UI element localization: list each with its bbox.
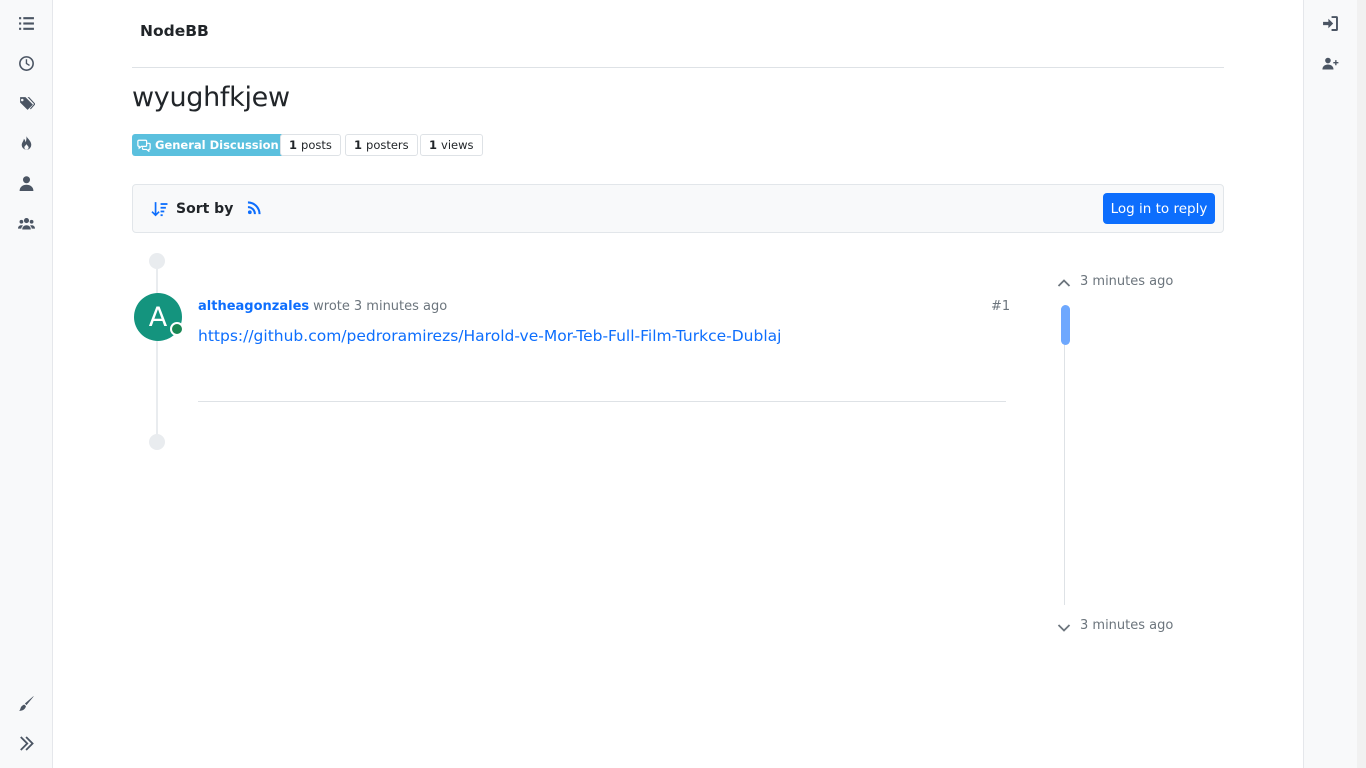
navigator-bottom-time[interactable]: 3 minutes ago (1080, 618, 1173, 633)
topic-toolbar: Sort by Log in to reply (132, 184, 1224, 233)
posters-count: 1 (354, 138, 363, 152)
post-divider (198, 401, 1006, 402)
posts-count: 1 (289, 138, 298, 152)
sign-in-icon[interactable] (1318, 11, 1342, 35)
views-label: views (441, 138, 474, 152)
navigator-handle[interactable] (1061, 305, 1070, 345)
timeline-dot-top (149, 253, 165, 269)
posts-label: posts (301, 138, 332, 152)
right-sidebar (1303, 0, 1357, 768)
category-name: General Discussion (155, 138, 279, 152)
list-icon[interactable] (14, 11, 38, 35)
tags-icon[interactable] (14, 91, 38, 115)
sort-icon (151, 201, 168, 216)
users-icon[interactable] (14, 211, 38, 235)
log-in-to-reply-button[interactable]: Log in to reply (1103, 193, 1215, 224)
navigator-track (1064, 305, 1065, 605)
post-header: altheagonzales wrote 3 minutes ago (198, 299, 447, 314)
post-index-link[interactable]: #1 (991, 299, 1010, 314)
header-divider (132, 67, 1224, 68)
double-chevron-right-icon[interactable] (14, 731, 38, 755)
topic-title: wyughfkjew (132, 82, 290, 113)
sort-by-button[interactable]: Sort by (151, 198, 233, 220)
chevron-up-icon[interactable] (1057, 275, 1073, 289)
left-sidebar (0, 0, 53, 768)
chevron-down-icon[interactable] (1057, 620, 1073, 634)
paintbrush-icon[interactable] (14, 691, 38, 715)
views-count: 1 (429, 138, 438, 152)
page-scrollbar[interactable] (1357, 0, 1366, 768)
post-timestamp[interactable]: 3 minutes ago (354, 299, 447, 314)
clock-icon[interactable] (14, 51, 38, 75)
online-status-indicator (170, 322, 184, 336)
fire-icon[interactable] (14, 131, 38, 155)
user-plus-icon[interactable] (1318, 51, 1342, 75)
post-content-link[interactable]: https://github.com/pedroramirezs/Harold-… (198, 327, 781, 345)
timeline-dot-bottom (149, 434, 165, 450)
navigator-top-time[interactable]: 3 minutes ago (1080, 274, 1173, 289)
posts-stat: 1 posts (280, 134, 341, 156)
comments-icon (137, 139, 151, 152)
rss-icon[interactable] (247, 200, 265, 218)
post-wrote-label: wrote (313, 299, 350, 314)
posters-stat: 1 posters (345, 134, 418, 156)
sort-by-label: Sort by (176, 201, 234, 217)
post-author-link[interactable]: altheagonzales (198, 299, 309, 314)
category-badge[interactable]: General Discussion (132, 134, 284, 156)
posters-label: posters (366, 138, 409, 152)
views-stat: 1 views (420, 134, 483, 156)
user-icon[interactable] (14, 171, 38, 195)
brand-logo-text[interactable]: NodeBB (140, 22, 209, 40)
